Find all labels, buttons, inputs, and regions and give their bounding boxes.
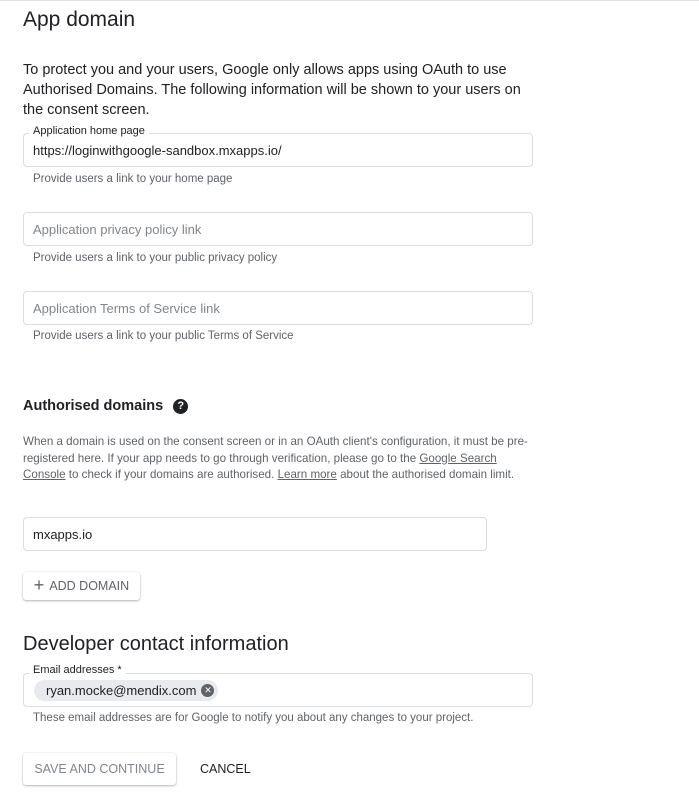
plus-icon: +	[33, 575, 45, 595]
cancel-button[interactable]: CANCEL	[190, 753, 261, 785]
privacy-policy-field[interactable]: Application privacy policy link	[23, 212, 533, 246]
email-addresses-label: Email addresses *	[29, 664, 126, 676]
top-divider	[0, 0, 699, 1]
save-and-continue-button[interactable]: SAVE AND CONTINUE	[23, 753, 176, 785]
home-page-value: https://loginwithgoogle-sandbox.mxapps.i…	[33, 142, 282, 158]
privacy-policy-placeholder: Application privacy policy link	[33, 221, 202, 237]
email-addresses-field[interactable]: ryan.mocke@mendix.com ✕	[23, 673, 533, 707]
terms-of-service-placeholder: Application Terms of Service link	[33, 300, 220, 316]
email-chip[interactable]: ryan.mocke@mendix.com ✕	[34, 679, 219, 701]
note-text-3: about the authorised domain limit.	[336, 468, 515, 481]
authorised-domain-value: mxapps.io	[33, 526, 93, 542]
terms-of-service-helper: Provide users a link to your public Term…	[33, 330, 294, 342]
email-helper: These email addresses are for Google to …	[33, 712, 474, 724]
authorised-domain-field[interactable]: mxapps.io	[23, 517, 487, 551]
close-circle-icon[interactable]: ✕	[201, 683, 215, 697]
authorised-domains-heading: Authorised domains ?	[23, 398, 189, 414]
terms-of-service-field[interactable]: Application Terms of Service link	[23, 291, 533, 325]
question-circle-icon[interactable]: ?	[173, 398, 189, 414]
app-domain-heading: App domain	[23, 8, 136, 31]
authorised-domains-note: When a domain is used on the consent scr…	[23, 434, 538, 484]
home-page-helper: Provide users a link to your home page	[33, 173, 233, 185]
developer-contact-heading: Developer contact information	[23, 633, 289, 655]
learn-more-link[interactable]: Learn more	[278, 468, 337, 481]
privacy-policy-helper: Provide users a link to your public priv…	[33, 252, 278, 264]
note-text-2: to check if your domains are authorised.	[65, 468, 278, 481]
add-domain-button[interactable]: + ADD DOMAIN	[23, 572, 140, 600]
authorised-domains-title: Authorised domains	[23, 398, 164, 414]
email-chip-label: ryan.mocke@mendix.com	[46, 682, 197, 698]
app-domain-description: To protect you and your users, Google on…	[23, 62, 521, 118]
add-domain-label: ADD DOMAIN	[49, 579, 130, 593]
home-page-label: Application home page	[29, 125, 149, 137]
home-page-field[interactable]: https://loginwithgoogle-sandbox.mxapps.i…	[23, 133, 533, 167]
